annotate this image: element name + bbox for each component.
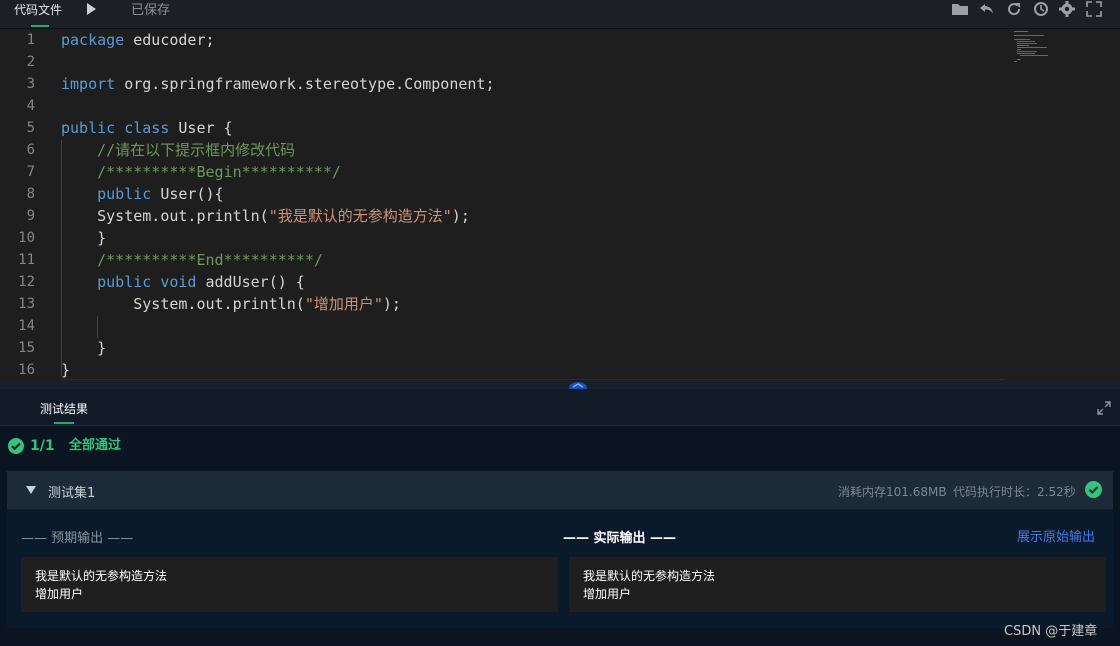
line-number: 11	[18, 252, 35, 268]
line-number: 10	[18, 230, 35, 246]
code-string: "我是默认的无参构造方法"	[268, 207, 452, 225]
pass-label: 全部通过	[69, 438, 122, 453]
memory-usage: 消耗内存101.68MB	[838, 485, 947, 499]
show-raw-output-link[interactable]: 展示原始输出	[1017, 526, 1095, 545]
gear-icon[interactable]	[1058, 0, 1076, 18]
execution-time: 代码执行时长：2.52秒	[953, 485, 1076, 499]
code-line[interactable]: /**********Begin**********/	[61, 161, 341, 183]
line-number: 15	[18, 340, 35, 356]
indent-guide	[61, 140, 62, 376]
code-line[interactable]: public void addUser() {	[61, 271, 305, 293]
saved-status: 已保存	[131, 3, 171, 18]
expected-output-line: 增加用户	[35, 587, 84, 601]
code-text: User {	[169, 119, 233, 137]
line-number: 12	[18, 274, 35, 290]
line-number: 16	[18, 362, 35, 378]
code-text: User(){	[151, 185, 224, 203]
expected-output-box: 我是默认的无参构造方法 增加用户	[21, 557, 558, 612]
indent-guide	[97, 316, 98, 338]
code-text: System.out.println(	[61, 295, 305, 313]
line-number: 9	[26, 208, 35, 224]
actual-output-box: 我是默认的无参构造方法 增加用户	[569, 557, 1106, 612]
code-line[interactable]: public User(){	[61, 183, 224, 205]
refresh-icon[interactable]	[1005, 0, 1023, 18]
tab-code-file[interactable]: 代码文件	[14, 2, 62, 18]
code-keyword: public	[97, 273, 152, 291]
expected-output-line: 我是默认的无参构造方法	[35, 569, 168, 583]
code-line[interactable]: System.out.println("增加用户");	[61, 293, 401, 315]
code-line[interactable]: public class User {	[61, 117, 233, 139]
expected-output-label: —— 预期输出 ——	[21, 531, 134, 546]
horizontal-scrollbar[interactable]	[61, 379, 1005, 380]
code-keyword: package	[61, 31, 125, 49]
code-text: }	[61, 339, 107, 357]
code-string: "增加用户"	[304, 295, 383, 313]
test-set-header[interactable]: 测试集1 消耗内存101.68MB 代码执行时长：2.52秒	[7, 471, 1113, 509]
code-text: );	[382, 295, 401, 313]
line-number: 2	[26, 54, 35, 70]
active-tab-indicator	[31, 25, 49, 27]
code-line[interactable]: //请在以下提示框内修改代码	[61, 139, 295, 161]
code-minimap[interactable]	[1012, 29, 1092, 65]
caret-down-icon[interactable]	[26, 486, 36, 494]
check-circle-icon	[1085, 481, 1102, 498]
undo-icon[interactable]	[978, 0, 996, 18]
line-number: 3	[26, 76, 35, 92]
code-line[interactable]: }	[61, 359, 70, 381]
tab-test-results[interactable]: 测试结果	[40, 400, 88, 417]
code-keyword: class	[124, 119, 170, 137]
actual-output-line: 增加用户	[583, 587, 632, 601]
check-circle-icon	[8, 438, 24, 454]
line-number: 6	[26, 142, 35, 158]
code-line[interactable]: package educoder;	[61, 29, 215, 51]
active-tab-indicator	[54, 422, 74, 424]
history-icon[interactable]	[1032, 0, 1050, 18]
code-comment: //请在以下提示框内修改代码	[61, 141, 296, 159]
watermark: CSDN @于建章	[1004, 624, 1098, 639]
code-text: }	[61, 361, 71, 379]
expand-icon[interactable]	[1097, 400, 1111, 415]
pass-count: 1/1	[30, 438, 55, 454]
code-line[interactable]: import org.springframework.stereotype.Co…	[61, 73, 494, 95]
code-keyword: public	[61, 119, 116, 137]
line-number-gutter: 1 2 3 4 5 6 7 8 9 10 11 12 13 14 15 16	[0, 29, 44, 381]
code-keyword: void	[160, 273, 197, 291]
code-text: }	[61, 229, 107, 247]
code-line[interactable]: /**********End**********/	[61, 249, 323, 271]
code-text: addUser() {	[196, 273, 305, 291]
folder-icon[interactable]	[951, 0, 969, 18]
code-text: );	[451, 207, 470, 225]
test-set-body: —— 预期输出 —— —— 实际输出 —— 展示原始输出 我是默认的无参构造方法…	[7, 509, 1113, 628]
line-number: 1	[26, 32, 35, 48]
code-comment: /**********End**********/	[61, 251, 323, 269]
results-header: 测试结果	[0, 389, 1120, 426]
code-text: System.out.println(	[61, 207, 269, 225]
fullscreen-icon[interactable]	[1085, 0, 1103, 18]
line-number: 7	[26, 164, 35, 180]
editor-toolbar: 代码文件 已保存	[0, 0, 1120, 29]
test-set-title: 测试集1	[48, 486, 96, 501]
panel-splitter[interactable]	[0, 381, 1120, 389]
actual-output-line: 我是默认的无参构造方法	[583, 569, 716, 583]
code-line[interactable]: System.out.println("我是默认的无参构造方法");	[61, 205, 470, 227]
code-editor[interactable]: 1 2 3 4 5 6 7 8 9 10 11 12 13 14 15 16 package educoder…	[0, 29, 1120, 381]
code-line[interactable]: }	[61, 227, 106, 249]
line-number: 14	[18, 318, 35, 334]
line-number: 8	[26, 186, 35, 202]
line-number: 4	[26, 98, 35, 114]
line-number: 5	[26, 120, 35, 136]
code-comment: /**********Begin**********/	[61, 163, 341, 181]
code-line[interactable]: }	[61, 337, 106, 359]
code-keyword: public	[97, 185, 152, 203]
code-keyword: import	[61, 75, 116, 93]
line-number: 13	[18, 296, 35, 312]
actual-output-label: —— 实际输出 ——	[563, 531, 677, 546]
code-text: org.springframework.stereotype.Component…	[115, 75, 495, 93]
code-text: educoder;	[124, 31, 215, 49]
run-button[interactable]	[87, 3, 96, 15]
